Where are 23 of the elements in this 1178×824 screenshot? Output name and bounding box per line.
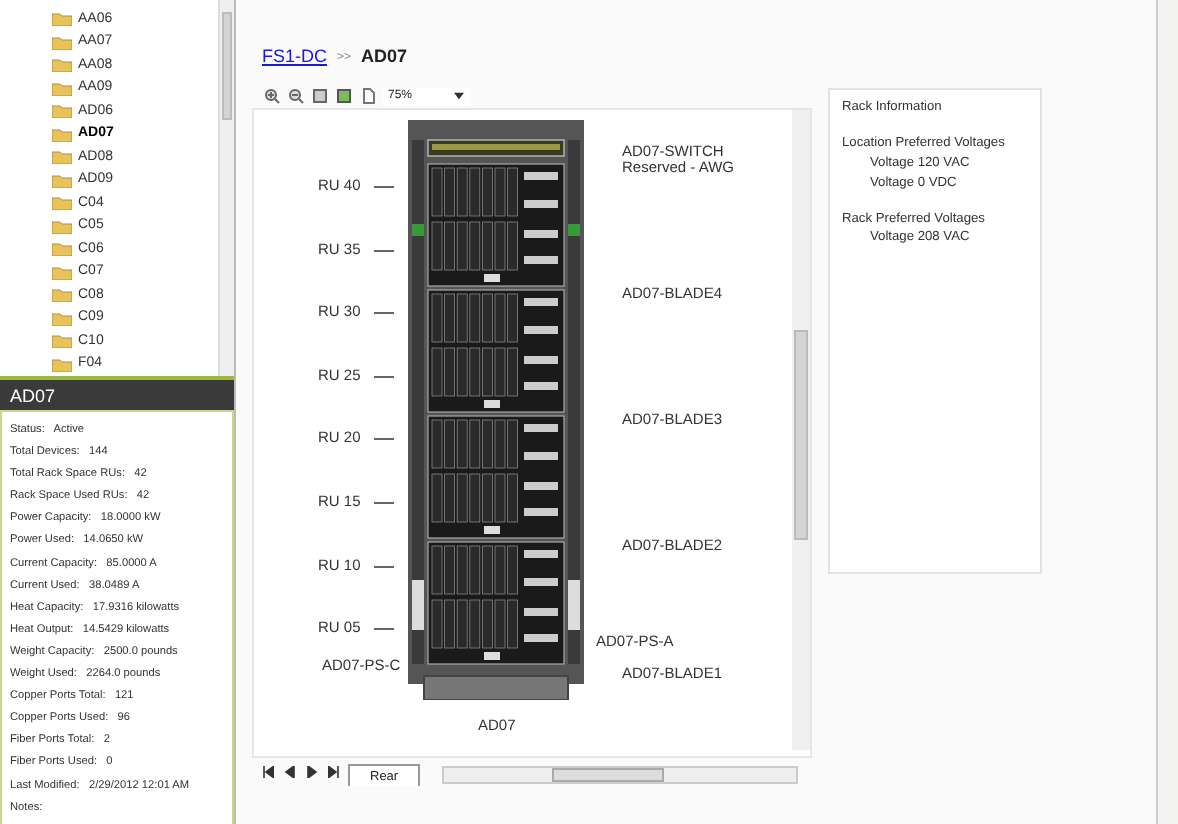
navigation-button[interactable] — [326, 765, 342, 783]
first-icon — [262, 766, 274, 779]
toolbar-button[interactable] — [334, 87, 354, 105]
toolbar-button[interactable] — [358, 87, 378, 105]
next-icon — [306, 766, 318, 779]
scrollbar[interactable] — [792, 110, 810, 750]
toolbar-button[interactable] — [286, 87, 306, 105]
zoom-in-icon — [264, 87, 280, 104]
zoom-out-icon — [288, 87, 304, 104]
navigation-button[interactable] — [282, 765, 298, 783]
breadcrumb-current: AD07 — [361, 44, 408, 71]
navigation-button[interactable] — [260, 765, 276, 783]
prev-icon — [284, 766, 296, 779]
breadcrumb-link[interactable]: FS1-DC — [262, 44, 328, 72]
last-icon — [328, 766, 340, 779]
scrollbar[interactable] — [442, 765, 799, 783]
scrollbar[interactable] — [218, 0, 234, 376]
caret-icon — [454, 92, 464, 100]
toolbar-button[interactable] — [310, 87, 330, 105]
toolbar-button[interactable] — [262, 87, 282, 105]
document-icon — [360, 87, 376, 104]
navigation-button[interactable] — [304, 765, 320, 783]
panel-title: AD07 — [0, 376, 234, 410]
